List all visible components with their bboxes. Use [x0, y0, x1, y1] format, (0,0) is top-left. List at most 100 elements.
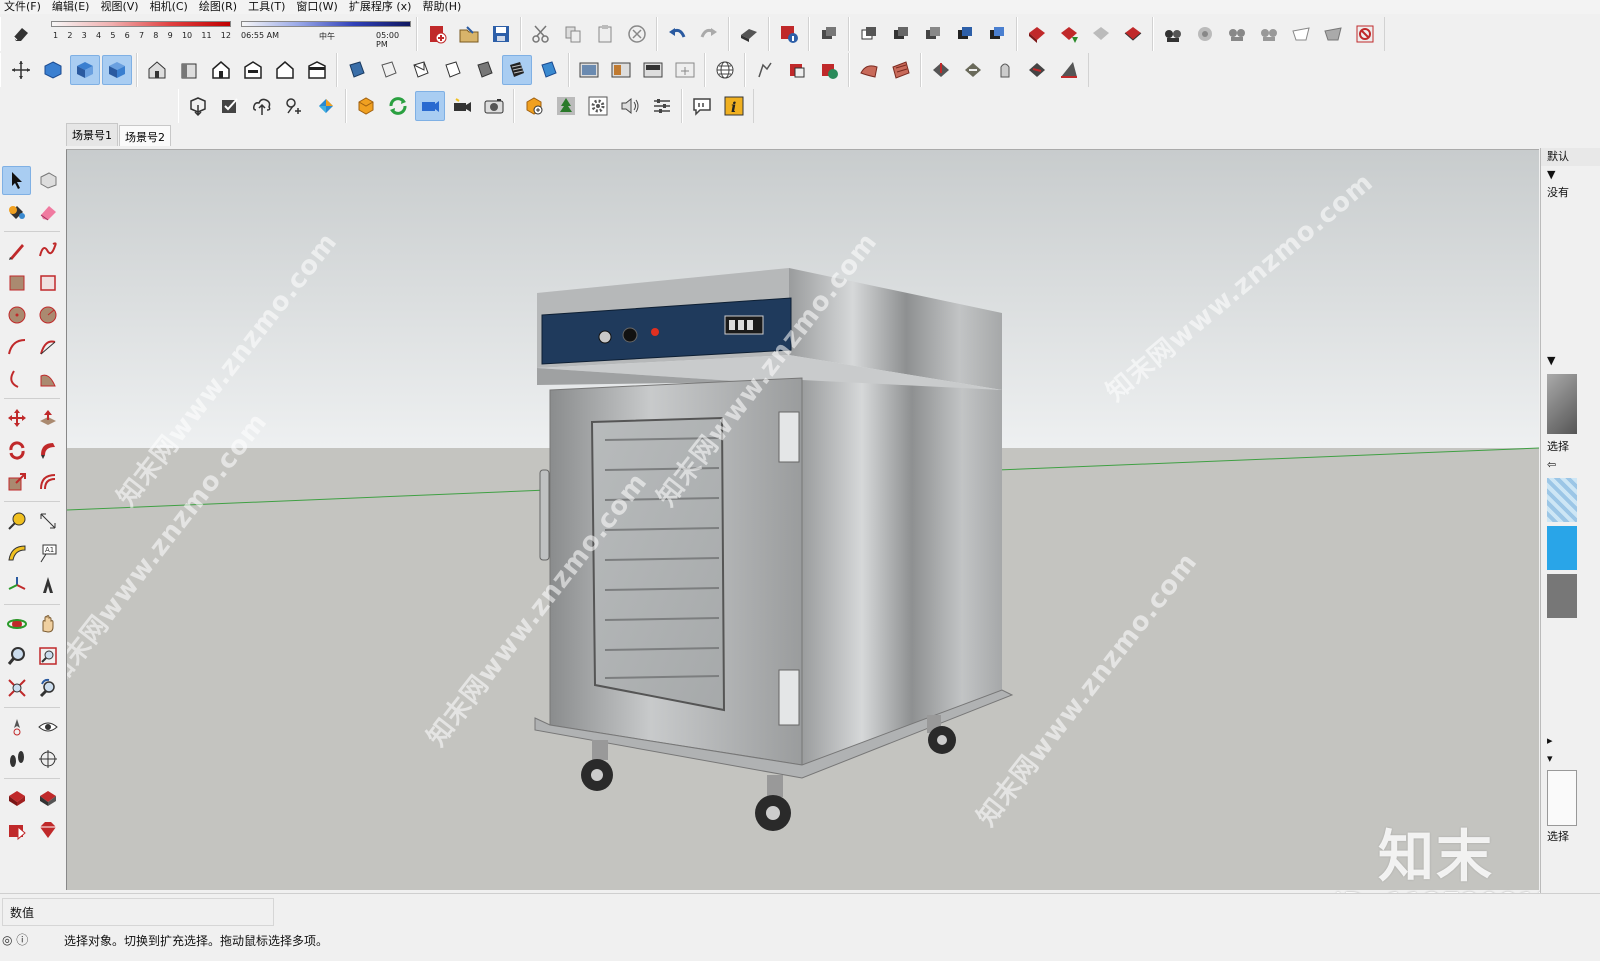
render-5-icon[interactable] — [1286, 19, 1316, 49]
textured-icon[interactable] — [470, 55, 500, 85]
mono-icon[interactable] — [502, 55, 532, 85]
house-1-icon[interactable] — [142, 55, 172, 85]
menu-camera[interactable]: 相机(C) — [146, 0, 195, 14]
house-6-icon[interactable] — [302, 55, 332, 85]
move-icon[interactable] — [2, 404, 31, 433]
zoom-extents-icon[interactable] — [2, 674, 31, 703]
sandbox-9-icon[interactable] — [1022, 55, 1052, 85]
material-swatch-1[interactable] — [1547, 478, 1577, 522]
chat-icon[interactable] — [687, 91, 717, 121]
follow-me-icon[interactable] — [33, 436, 62, 465]
circle-icon[interactable] — [2, 301, 31, 330]
section-2-icon[interactable] — [574, 55, 604, 85]
axes-icon[interactable] — [6, 55, 36, 85]
select-icon[interactable] — [2, 165, 31, 195]
hidden-line-icon[interactable] — [406, 55, 436, 85]
tray-expand[interactable]: ▸ — [1541, 732, 1600, 750]
xray-icon[interactable] — [342, 55, 372, 85]
component-3-icon[interactable] — [886, 19, 916, 49]
cut-icon[interactable] — [526, 19, 556, 49]
save-icon[interactable] — [486, 19, 516, 49]
sandbox-8-icon[interactable] — [990, 55, 1020, 85]
material-swatch-3[interactable] — [1547, 574, 1577, 618]
component-icon[interactable] — [33, 166, 62, 195]
section-3-icon[interactable] — [606, 55, 636, 85]
zoom-icon[interactable] — [2, 642, 31, 671]
tray-collapse-1[interactable]: ▼ — [1541, 166, 1600, 184]
tray-back-button[interactable]: ⇦ — [1541, 456, 1600, 474]
render-1-icon[interactable] — [1158, 19, 1188, 49]
paint-bucket-icon[interactable] — [2, 198, 31, 227]
upload-icon[interactable] — [247, 91, 277, 121]
render-6-icon[interactable] — [1318, 19, 1348, 49]
ruby-tool-icon[interactable] — [33, 816, 62, 845]
scene-tab-2[interactable]: 场景号2 — [119, 125, 171, 146]
walk-icon[interactable] — [2, 745, 31, 774]
eraser-tool-icon[interactable] — [33, 198, 62, 227]
menu-tools[interactable]: 工具(T) — [244, 0, 292, 14]
warehouse-4-icon[interactable] — [1118, 19, 1148, 49]
new-file-icon[interactable] — [422, 19, 452, 49]
time-slider[interactable] — [241, 21, 411, 27]
render-2-icon[interactable] — [1190, 19, 1220, 49]
rectangle-icon[interactable] — [2, 269, 31, 298]
shaded-icon[interactable] — [438, 55, 468, 85]
look-around-icon[interactable] — [33, 713, 62, 742]
arc-2pt-icon[interactable] — [33, 333, 62, 362]
sandbox-7-icon[interactable] — [958, 55, 988, 85]
sandbox-6-icon[interactable] — [926, 55, 956, 85]
sandbox-3-icon[interactable] — [814, 55, 844, 85]
section-1-icon[interactable] — [534, 55, 564, 85]
section-5-icon[interactable] — [670, 55, 700, 85]
date-slider[interactable] — [51, 21, 231, 27]
pie-icon[interactable] — [33, 365, 62, 394]
menu-extensions[interactable]: 扩展程序 (x) — [345, 0, 419, 14]
menu-view[interactable]: 视图(V) — [96, 0, 145, 14]
house-2-icon[interactable] — [174, 55, 204, 85]
measurements-box[interactable] — [2, 898, 274, 926]
eraser-icon[interactable] — [6, 19, 36, 49]
shield-add-icon[interactable] — [519, 91, 549, 121]
protractor-icon[interactable] — [2, 539, 31, 568]
copy-icon[interactable] — [558, 19, 588, 49]
paste-icon[interactable] — [590, 19, 620, 49]
house-5-icon[interactable] — [270, 55, 300, 85]
rotated-rect-icon[interactable] — [33, 269, 62, 298]
tape-measure-icon[interactable] — [2, 507, 31, 536]
scene-tab-1[interactable]: 场景号1 — [66, 123, 118, 146]
menu-edit[interactable]: 编辑(E) — [48, 0, 97, 14]
add-location-icon[interactable] — [279, 91, 309, 121]
tray-collapse-2[interactable]: ▼ — [1541, 352, 1600, 370]
close-red-icon[interactable] — [1350, 19, 1380, 49]
open-folder-icon[interactable] — [454, 19, 484, 49]
previous-view-icon[interactable] — [33, 674, 62, 703]
warehouse-icon[interactable] — [2, 784, 31, 813]
sandbox-1-icon[interactable] — [750, 55, 780, 85]
model-info-icon[interactable] — [774, 19, 804, 49]
arc-icon[interactable] — [2, 333, 31, 362]
push-pull-icon[interactable] — [33, 404, 62, 433]
photo-camera-icon[interactable] — [479, 91, 509, 121]
axes-tool-icon[interactable] — [2, 571, 31, 600]
warming-cabinet-model[interactable] — [534, 268, 1014, 831]
check-icon[interactable] — [215, 91, 245, 121]
sound-icon[interactable] — [615, 91, 645, 121]
scale-icon[interactable] — [2, 468, 31, 497]
model-viewport[interactable]: 知末网www.znzmo.com 知末网www.znzmo.com 知末网www… — [66, 149, 1539, 890]
tray-title[interactable]: 默认 — [1541, 148, 1600, 166]
pan-icon[interactable] — [33, 610, 62, 639]
sandbox-10-icon[interactable] — [1054, 55, 1084, 85]
offset-icon[interactable] — [33, 468, 62, 497]
refresh-icon[interactable] — [383, 91, 413, 121]
component-1-icon[interactable] — [814, 19, 844, 49]
iso-view-icon[interactable] — [38, 55, 68, 85]
camera-video-icon[interactable] — [447, 91, 477, 121]
sliders-icon[interactable] — [647, 91, 677, 121]
globe-icon[interactable] — [710, 55, 740, 85]
extension-icon[interactable] — [33, 784, 62, 813]
orbit-icon[interactable] — [2, 610, 31, 639]
component-6-icon[interactable] — [982, 19, 1012, 49]
text-icon[interactable]: A1 — [33, 539, 62, 568]
render-4-icon[interactable] — [1254, 19, 1284, 49]
component-5-icon[interactable] — [950, 19, 980, 49]
